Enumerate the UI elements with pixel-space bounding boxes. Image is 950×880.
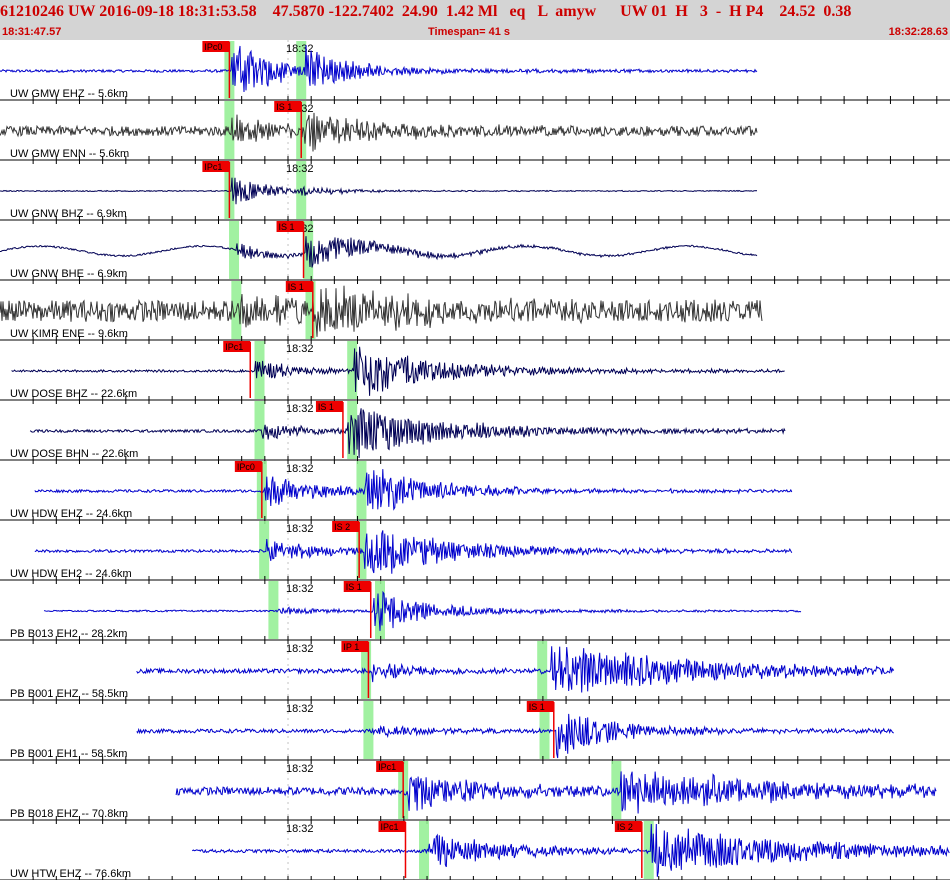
channel-panel: 18:32 IS 1 UW DOSE BHN -- 22.6km <box>0 401 950 464</box>
waveform-trace <box>0 112 758 152</box>
minute-tick-label: 18:32 <box>286 403 314 415</box>
channel-panel: 18:32 IS 2 UW HDW EH2 -- 24.6km <box>0 521 950 584</box>
end-time-label: 18:32:28.63 <box>888 26 948 38</box>
pick-label: IPc1 <box>378 762 396 772</box>
channel-label: UW DOSE BHN -- 22.6km <box>10 448 138 460</box>
minute-tick-label: 18:32 <box>286 643 314 655</box>
channel-label: UW HDW EH2 -- 24.6km <box>10 568 132 580</box>
channel-panel: 18:32IS 1UW GMW ENN -- 5.6km <box>0 101 950 164</box>
channel-panel: 18:32 IPc1 UW GNW BHZ -- 6.9km <box>0 161 950 224</box>
pick-window-band <box>363 701 374 759</box>
channel-label: PB B001 EH1 -- 58.5km <box>10 748 127 760</box>
channel-label: UW DOSE BHZ -- 22.6km <box>10 388 137 400</box>
minute-tick-label: 18:32 <box>286 343 314 355</box>
pick-label: IP 1 <box>343 642 359 652</box>
pick-label: IS 1 <box>279 222 295 232</box>
minute-tick-label: 18:32 <box>286 463 314 475</box>
minute-tick-label: 18:32 <box>286 523 314 535</box>
minute-tick-label: 18:32 <box>286 43 314 55</box>
channel-label: UW GNW BHZ -- 6.9km <box>10 208 127 220</box>
pick-label: IPc0 <box>237 462 255 472</box>
pick-label: IS 1 <box>318 402 334 412</box>
pick-label: IS 1 <box>529 702 545 712</box>
waveform-trace <box>43 590 802 631</box>
channel-label: PB B018 EHZ -- 70.8km <box>10 808 128 820</box>
waveform-trace <box>136 646 895 693</box>
waveform-trace <box>34 530 793 574</box>
channel-panel: 18:32 IP 1 PB B001 EHZ -- 58.5km <box>0 641 950 704</box>
channel-label: UW HDW EHZ -- 24.6km <box>10 508 132 520</box>
channel-panel: 18:32 IPc0 UW GMW EHZ -- 5.6km <box>0 41 950 104</box>
channel-panel: 18:32IS 1UW KIMR ENE -- 9.6km <box>0 281 950 344</box>
minute-tick-label: 18:32 <box>286 763 314 775</box>
waveform-trace <box>34 469 793 511</box>
waveform-trace <box>0 44 758 93</box>
channel-panel: 18:32 IS 1 PB B013 EH2 -- 28.2km <box>0 581 950 644</box>
pick-label: IS 2 <box>617 822 633 832</box>
pick-label: IS 2 <box>334 522 350 532</box>
channel-panel: 18:32 IPc1 IS 2 UW HTW EHZ -- 76.6km <box>0 821 950 880</box>
pick-label: IPc1 <box>225 342 243 352</box>
minute-tick-label: 18:32 <box>286 703 314 715</box>
pick-label: IPc1 <box>204 162 222 172</box>
channel-label: UW GNW BHE -- 6.9km <box>10 268 127 280</box>
minute-tick-label: 18:32 <box>286 163 314 175</box>
channel-label: PB B001 EHZ -- 58.5km <box>10 688 128 700</box>
waveform-trace <box>136 713 894 759</box>
channel-label: PB B013 EH2 -- 28.2km <box>10 628 127 640</box>
minute-tick-label: 18:32 <box>286 823 314 835</box>
channel-label: UW HTW EHZ -- 76.6km <box>10 868 131 880</box>
channel-label: UW GMW ENN -- 5.6km <box>10 148 129 160</box>
waveform-trace <box>29 408 786 459</box>
pick-label: IPc0 <box>204 42 222 52</box>
channel-panel: 18:32 IPc1 UW DOSE BHZ -- 22.6km <box>0 341 950 404</box>
waveform-trace <box>0 177 758 205</box>
pick-label: IS 1 <box>346 582 362 592</box>
waveform-trace <box>175 771 937 814</box>
minute-tick-label: 18:32 <box>286 583 314 595</box>
channel-panel: 18:32IS 1UW GNW BHE -- 6.9km <box>0 221 950 284</box>
start-time-label: 18:31:47.57 <box>2 26 62 38</box>
pick-label: IPc1 <box>380 822 398 832</box>
timespan-label: Timespan= 41 s <box>428 26 511 38</box>
channel-label: UW GMW EHZ -- 5.6km <box>10 88 128 100</box>
header-bar: 61210246 UW 2016-09-18 18:31:53.58 47.58… <box>0 0 950 40</box>
channel-panel: 18:32 IPc0 UW HDW EHZ -- 24.6km <box>0 461 950 524</box>
waveform-trace <box>0 236 758 268</box>
channel-panel: 18:32 IPc1 PB B018 EHZ -- 70.8km <box>0 761 950 824</box>
seismogram-plot: 18:32 IPc0 UW GMW EHZ -- 5.6km 18:32 IS 1 UW … <box>0 40 950 880</box>
channel-label: UW KIMR ENE -- 9.6km <box>10 328 128 340</box>
pick-label: IS 1 <box>288 282 304 292</box>
channel-panel: 18:32 IS 1 PB B001 EH1 -- 58.5km <box>0 701 950 764</box>
event-summary-title: 61210246 UW 2016-09-18 18:31:53.58 47.58… <box>0 3 852 20</box>
pick-label: IS 1 <box>276 102 292 112</box>
